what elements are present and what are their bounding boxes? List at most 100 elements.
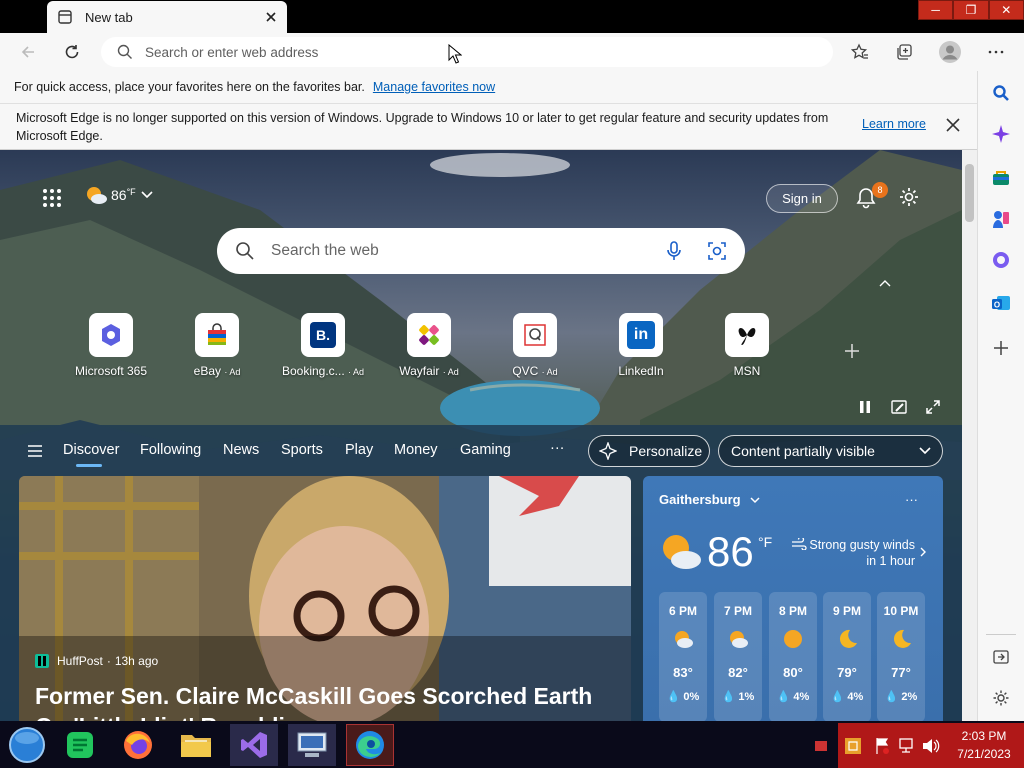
hour-precip: 2% [901,691,918,703]
app-launcher-icon[interactable] [42,188,62,208]
microphone-icon[interactable] [665,241,683,261]
scrollbar-thumb[interactable] [965,164,974,222]
content-visibility-dropdown[interactable]: Content partially visible [718,435,943,467]
action-center-flag-icon[interactable] [874,737,890,755]
tile-label: Microsoft 365 [74,364,148,378]
refresh-button[interactable] [58,38,86,66]
tab-money[interactable]: Money [394,442,438,458]
quick-link-ebay[interactable]: eBay · Ad [167,313,267,378]
taskbar-edge[interactable] [346,724,394,766]
volume-icon[interactable] [922,738,940,754]
weather-alert[interactable]: Strong gusty winds in 1 hour [809,537,915,569]
visual-search-icon[interactable] [707,241,727,261]
pause-background-icon[interactable] [858,400,872,414]
chevron-right-icon[interactable] [919,546,927,558]
sidebar-games-icon[interactable] [990,208,1012,230]
quick-link-linkedin[interactable]: in LinkedIn [591,313,691,378]
sign-in-button[interactable]: Sign in [766,184,838,213]
sidebar-outlook-icon[interactable]: O [990,292,1012,314]
tray-app-icon[interactable] [844,737,862,755]
settings-more-button[interactable] [982,38,1010,66]
notifications-button[interactable]: 8 [854,182,888,210]
taskbar-visual-studio[interactable] [230,724,278,766]
hamburger-menu-icon[interactable] [27,444,43,458]
tray-notification-icon[interactable] [814,740,828,752]
weather-location-button[interactable]: Gaithersburg [659,492,761,507]
profile-button[interactable] [936,38,964,66]
tab-sports[interactable]: Sports [281,442,323,458]
start-button[interactable] [3,724,51,766]
close-window-button[interactable]: ✕ [988,0,1024,20]
quick-link-qvc[interactable]: QVC · Ad [485,313,585,378]
linkedin-icon: in [627,321,655,349]
page-scrollbar[interactable] [962,150,977,721]
favorites-button[interactable] [846,38,874,66]
active-tab-indicator [76,464,102,467]
tab-play[interactable]: Play [345,442,373,458]
back-button[interactable] [14,38,42,66]
sidebar-settings-icon[interactable] [990,687,1012,709]
edit-background-icon[interactable] [891,399,907,415]
taskbar-file-explorer[interactable] [172,724,220,766]
news-card[interactable]: HuffPost · 13h ago Former Sen. Claire Mc… [19,476,631,721]
taskbar-notes-app[interactable] [56,724,104,766]
manage-favorites-link[interactable]: Manage favorites now [373,80,495,94]
more-tabs-button[interactable]: ··· [550,440,565,456]
collapse-chevron-up-icon[interactable] [878,278,892,288]
hour-precip: 4% [847,691,864,703]
mouse-cursor-icon [448,44,462,64]
tab-new-tab[interactable]: New tab [47,1,287,33]
collections-button[interactable] [890,38,918,66]
clock[interactable]: 2:03 PM 7/21/2023 [948,727,1020,763]
learn-more-link[interactable]: Learn more [862,117,926,131]
tab-discover[interactable]: Discover [63,442,119,458]
hour-temp: 77° [891,665,911,680]
tab-news[interactable]: News [223,442,259,458]
page-settings-gear-icon[interactable] [898,186,920,208]
hour-time: 10 PM [883,604,919,618]
sidebar-m365-icon[interactable] [990,249,1012,271]
partly-sunny-icon [663,535,701,569]
close-notice-icon[interactable] [944,116,962,134]
tile-label: eBay [193,364,221,378]
taskbar-firefox[interactable] [114,724,162,766]
raindrop-icon: 💧 [830,691,845,703]
moon-icon [893,629,911,648]
news-headline[interactable]: Former Sen. Claire McCaskill Goes Scorch… [35,681,625,721]
quick-link-microsoft-365[interactable]: Microsoft 365 [61,313,161,378]
favorites-bar: For quick access, place your favorites h… [0,71,977,103]
raindrop-icon: 💧 [776,691,791,703]
notice-message: Microsoft Edge is no longer supported on… [16,111,829,143]
tab-gaming[interactable]: Gaming [460,442,511,458]
quick-link-wayfair[interactable]: Wayfair · Ad [379,313,479,378]
chevron-down-icon [919,447,931,455]
clock-date: 7/21/2023 [957,747,1011,761]
weather-more-button[interactable]: ··· [905,492,918,507]
taskbar-remote-desktop[interactable] [288,724,336,766]
weather-mini-button[interactable]: 86 °F [84,184,154,206]
sidebar-add-icon[interactable] [990,337,1012,359]
news-source: HuffPost [57,654,103,668]
close-tab-icon[interactable] [265,11,277,23]
minimize-button[interactable]: ─ [918,0,954,20]
web-search-box[interactable]: Search the web [217,228,745,274]
expand-icon[interactable] [925,399,941,415]
tab-following[interactable]: Following [140,442,201,458]
sidebar-collapse-icon[interactable] [990,646,1012,668]
search-icon [236,242,254,260]
weather-card[interactable]: Gaithersburg ··· 86 °F Strong gusty wind… [643,476,943,722]
sidebar-shopping-icon[interactable] [990,167,1012,189]
personalize-button[interactable]: Personalize [588,435,710,467]
quick-link-booking[interactable]: B. Booking.c... · Ad [273,313,373,378]
sun-icon [784,630,802,648]
add-quick-link-icon[interactable] [844,343,860,359]
network-icon[interactable] [898,737,914,755]
sidebar-divider [986,634,1016,635]
quick-link-msn[interactable]: MSN [697,313,797,378]
address-bar[interactable]: Search or enter web address [101,37,833,67]
restore-button[interactable]: ❐ [953,0,989,20]
sidebar-search-icon[interactable] [990,82,1012,104]
sidebar-copilot-icon[interactable] [990,123,1012,145]
booking-icon: B. [310,322,336,348]
hour-precip: 0% [683,691,700,703]
